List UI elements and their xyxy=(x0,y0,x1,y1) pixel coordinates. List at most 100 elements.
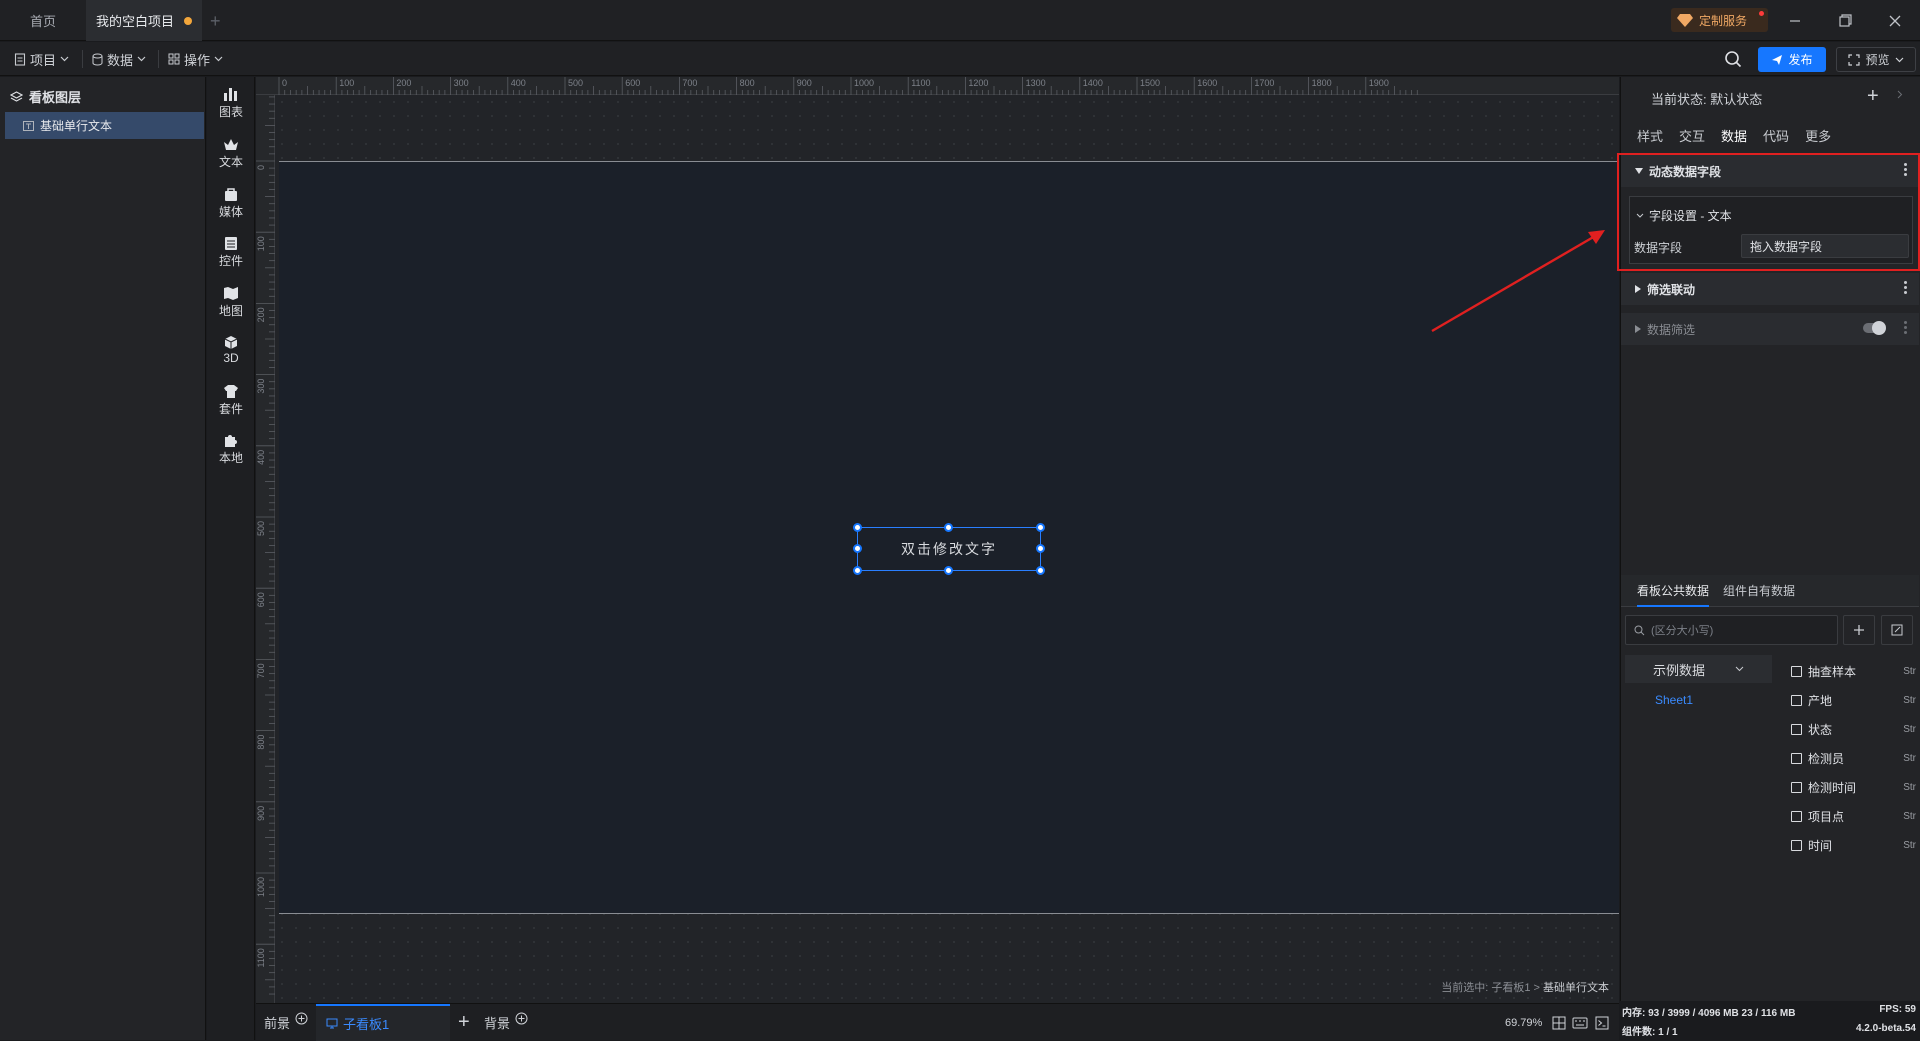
foreground-tab[interactable]: 前景 xyxy=(264,1004,308,1041)
tab-style[interactable]: 样式 xyxy=(1637,126,1663,145)
component-text-label: 文本 xyxy=(218,155,243,169)
edit-icon xyxy=(1891,624,1903,636)
ruler-label: 1100 xyxy=(256,948,266,967)
add-data-button[interactable] xyxy=(1843,615,1875,645)
layers-panel: 看板图层 基础单行文本 xyxy=(0,77,206,1040)
search-placeholder: (区分大小写) xyxy=(1651,625,1714,637)
text-widget-content: 双击修改文字 xyxy=(901,541,997,557)
annotation-arrow xyxy=(1431,230,1605,333)
tab-board-data[interactable]: 看板公共数据 xyxy=(1637,582,1710,607)
layers-icon xyxy=(10,90,23,102)
data-field-item[interactable]: 时间 Str xyxy=(1791,837,1916,854)
ruler-label: 1000 xyxy=(854,78,874,88)
tab-code[interactable]: 代码 xyxy=(1763,126,1789,145)
tab-more[interactable]: 更多 xyxy=(1805,126,1831,145)
tab-home[interactable]: 首页 xyxy=(0,0,86,41)
publish-button[interactable]: 发布 xyxy=(1758,47,1826,72)
data-field-item[interactable]: 项目点 Str xyxy=(1791,808,1916,825)
resize-handle[interactable] xyxy=(944,566,953,575)
ruler-label: 300 xyxy=(256,379,266,394)
component-control[interactable]: 控件 xyxy=(207,236,255,269)
section-filter-linkage-label: 筛选联动 xyxy=(1647,282,1696,297)
close-button[interactable] xyxy=(1870,0,1920,41)
text-icon xyxy=(224,139,238,150)
background-label: 背景 xyxy=(484,1016,511,1031)
resize-handle[interactable] xyxy=(853,544,862,553)
data-field-item[interactable]: 产地 Str xyxy=(1791,692,1916,709)
edit-data-button[interactable] xyxy=(1881,615,1913,645)
custom-service-button[interactable]: 定制服务 xyxy=(1671,8,1768,32)
keyboard-icon[interactable] xyxy=(1572,1017,1588,1029)
resize-handle[interactable] xyxy=(853,523,862,532)
component-local[interactable]: 本地 xyxy=(207,433,255,466)
field-type: Str xyxy=(1903,695,1916,706)
sheet-item[interactable]: Sheet1 xyxy=(1655,693,1693,707)
section-filter-linkage[interactable]: 筛选联动 xyxy=(1621,273,1919,305)
add-circle-icon[interactable] xyxy=(515,1012,528,1025)
ruler-label: 300 xyxy=(454,78,469,88)
minimize-icon xyxy=(1790,19,1800,22)
search-icon[interactable] xyxy=(1724,50,1742,68)
tab-component-data[interactable]: 组件自有数据 xyxy=(1723,582,1795,599)
chevron-right-icon[interactable] xyxy=(1897,90,1903,99)
data-field-item[interactable]: 状态 Str xyxy=(1791,721,1916,738)
project-menu[interactable]: 项目 xyxy=(14,42,69,76)
data-filter-toggle[interactable] xyxy=(1863,321,1886,335)
preview-button[interactable]: 预览 xyxy=(1836,47,1916,72)
fit-screen-icon[interactable] xyxy=(1552,1016,1566,1030)
ruler-label: 1300 xyxy=(1026,78,1046,88)
cube-icon xyxy=(224,336,238,349)
data-field-item[interactable]: 抽查样本 Str xyxy=(1791,663,1916,680)
component-media[interactable]: 媒体 xyxy=(207,187,255,220)
more-icon[interactable] xyxy=(1904,281,1907,296)
zoom-level[interactable]: 69.79% xyxy=(1505,1004,1542,1041)
add-tab-icon[interactable]: + xyxy=(210,11,221,32)
chevron-down-icon xyxy=(137,56,146,62)
component-chart[interactable]: 图表 xyxy=(207,87,255,120)
console-icon[interactable] xyxy=(1595,1016,1609,1030)
checkbox[interactable] xyxy=(1791,753,1802,764)
resize-handle[interactable] xyxy=(1036,544,1045,553)
field-search-input[interactable]: (区分大小写) xyxy=(1625,615,1838,645)
add-state-icon[interactable]: + xyxy=(1867,85,1879,108)
checkbox[interactable] xyxy=(1791,811,1802,822)
data-field-item[interactable]: 检测时间 Str xyxy=(1791,779,1916,796)
sub-board-tab[interactable]: 子看板1 xyxy=(316,1004,450,1041)
resize-handle[interactable] xyxy=(1036,523,1045,532)
resize-handle[interactable] xyxy=(944,523,953,532)
field-label: 检测员 xyxy=(1808,752,1845,766)
checkbox[interactable] xyxy=(1791,666,1802,677)
checkbox[interactable] xyxy=(1791,782,1802,793)
layer-item[interactable]: 基础单行文本 xyxy=(5,112,204,139)
component-3d[interactable]: 3D xyxy=(207,335,255,365)
ruler-label: 200 xyxy=(256,307,266,322)
component-kit[interactable]: 套件 xyxy=(207,384,255,417)
add-board-icon[interactable]: + xyxy=(458,1004,470,1041)
component-map[interactable]: 地图 xyxy=(207,286,255,319)
operate-menu[interactable]: 操作 xyxy=(168,42,223,76)
ruler-label: 700 xyxy=(682,78,697,88)
resize-handle[interactable] xyxy=(853,566,862,575)
minimize-button[interactable] xyxy=(1770,0,1820,41)
restore-button[interactable] xyxy=(1820,0,1870,41)
section-data-filter[interactable]: 数据筛选 xyxy=(1621,313,1919,345)
tab-interaction[interactable]: 交互 xyxy=(1679,126,1705,145)
add-circle-icon[interactable] xyxy=(295,1012,308,1025)
data-source-tabs: 看板公共数据 组件自有数据 xyxy=(1621,575,1919,607)
field-type: Str xyxy=(1903,666,1916,677)
resize-handle[interactable] xyxy=(1036,566,1045,575)
component-text[interactable]: 文本 xyxy=(207,137,255,170)
bottom-bar: 前景 子看板1 + 背景 69.79% xyxy=(256,1003,1619,1041)
checkbox[interactable] xyxy=(1791,840,1802,851)
text-widget[interactable]: 双击修改文字 xyxy=(857,527,1041,571)
vertical-ruler: 0 100 200 300 400 500 600 700 800 900 1000 1100 xyxy=(256,95,275,1003)
data-field-item[interactable]: 检测员 Str xyxy=(1791,750,1916,767)
checkbox[interactable] xyxy=(1791,695,1802,706)
checkbox[interactable] xyxy=(1791,724,1802,735)
tab-project[interactable]: 我的空白项目 xyxy=(86,0,202,41)
dataset-select[interactable]: 示例数据 xyxy=(1625,655,1772,683)
tab-data[interactable]: 数据 xyxy=(1721,126,1747,145)
more-icon[interactable] xyxy=(1904,321,1907,336)
data-menu[interactable]: 数据 xyxy=(92,42,146,76)
background-tab[interactable]: 背景 xyxy=(484,1004,528,1041)
